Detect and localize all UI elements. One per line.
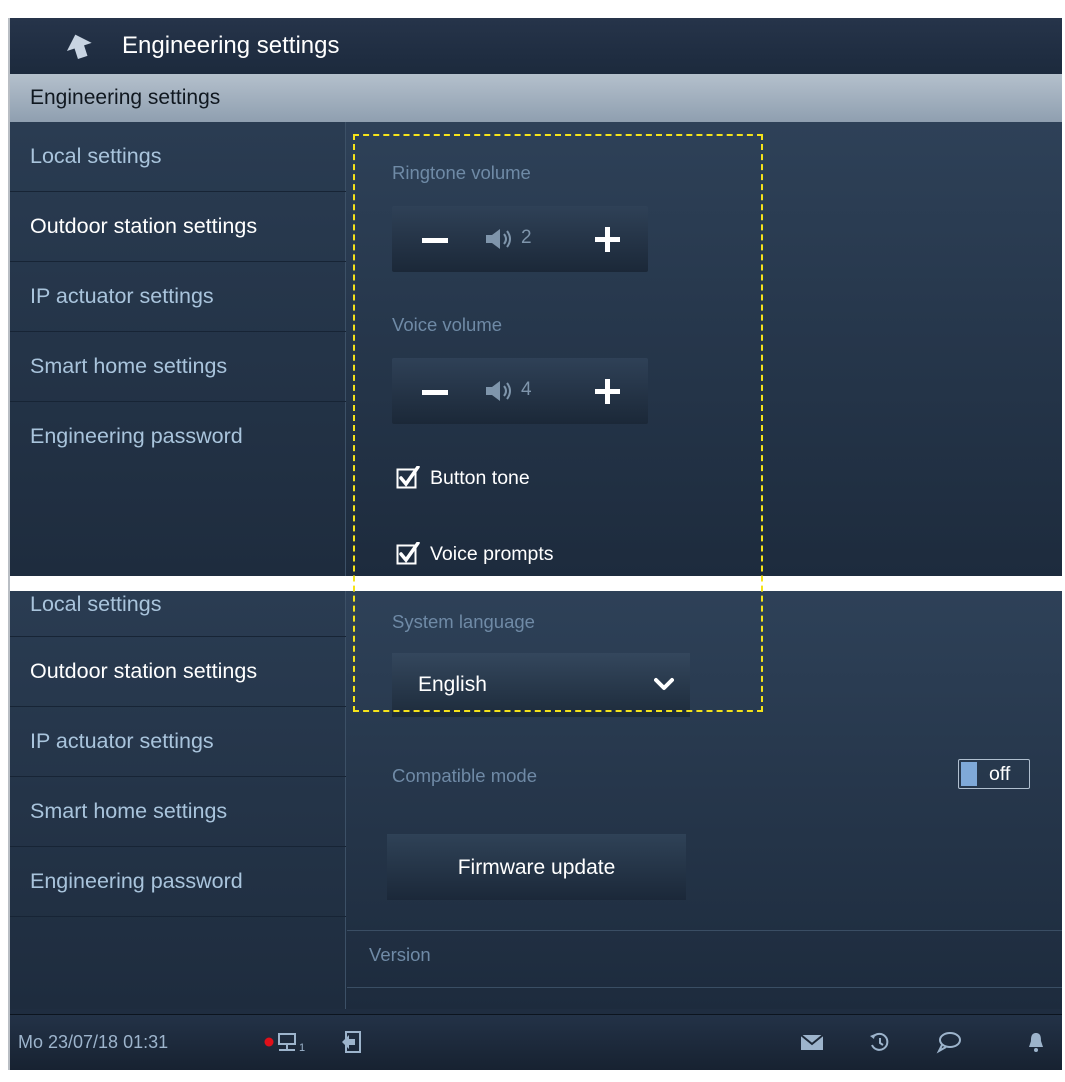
sidebar-item-label: Outdoor station settings: [30, 659, 258, 683]
ringtone-volume-control: 2: [392, 206, 648, 272]
sidebar-item-label: IP actuator settings: [30, 729, 214, 753]
firmware-update-button[interactable]: Firmware update: [387, 834, 686, 900]
sidebar-item-label: Engineering password: [30, 869, 243, 893]
section-header: Engineering settings: [10, 74, 1062, 122]
sidebar-item-label: Local settings: [30, 592, 162, 616]
checkbox-checked-icon: [396, 542, 420, 565]
sidebar-item-label: Engineering password: [30, 424, 243, 448]
sidebar: Local settings Outdoor station settings …: [10, 591, 346, 1009]
sidebar-item-engineering-password[interactable]: Engineering password: [10, 847, 346, 917]
datetime: Mo 23/07/18 01:31: [18, 1032, 169, 1052]
status-bar: Mo 23/07/18 01:31 1: [10, 1014, 1062, 1070]
sidebar-item-ip-actuator-settings[interactable]: IP actuator settings: [10, 707, 346, 777]
back-arrow-icon[interactable]: [64, 32, 94, 60]
speaker-icon: [486, 381, 511, 401]
checkbox-checked-icon: [396, 466, 420, 489]
sidebar-item-smart-home-settings[interactable]: Smart home settings: [10, 332, 346, 402]
ringtone-volume-increase-button[interactable]: [592, 224, 624, 256]
voice-volume-label: Voice volume: [392, 314, 503, 335]
header-bar: Engineering settings: [10, 18, 1062, 74]
sidebar-item-local-settings[interactable]: Local settings: [10, 122, 346, 192]
toggle-state-label: off: [989, 763, 1011, 785]
ringtone-volume-decrease-button[interactable]: [420, 224, 452, 256]
history-icon[interactable]: [868, 1029, 892, 1055]
settings-panel-top: Local settings Outdoor station settings …: [10, 122, 1062, 576]
voice-volume-increase-button[interactable]: [592, 376, 624, 408]
record-dot-icon: [264, 1037, 274, 1047]
sidebar-item-label: Local settings: [30, 144, 162, 168]
sidebar-item-label: Smart home settings: [30, 799, 228, 823]
chat-icon[interactable]: [936, 1029, 962, 1055]
compatible-mode-label: Compatible mode: [392, 765, 537, 786]
sidebar: Local settings Outdoor station settings …: [10, 122, 346, 576]
sidebar-item-local-settings[interactable]: Local settings: [10, 591, 346, 637]
chevron-down-icon: [654, 678, 674, 690]
sidebar-item-ip-actuator-settings[interactable]: IP actuator settings: [10, 262, 346, 332]
system-language-label: System language: [392, 611, 535, 632]
divider: [347, 987, 1062, 988]
speaker-icon: [486, 229, 511, 249]
version-label: Version: [369, 944, 431, 965]
sidebar-item-outdoor-station-settings[interactable]: Outdoor station settings: [10, 192, 346, 262]
sidebar-item-label: IP actuator settings: [30, 284, 214, 308]
divider: [347, 930, 1062, 931]
sidebar-item-engineering-password[interactable]: Engineering password: [10, 402, 346, 472]
system-language-dropdown[interactable]: English: [392, 653, 690, 717]
settings-panel-bottom: Local settings Outdoor station settings …: [10, 591, 1062, 1009]
section-title: Engineering settings: [30, 86, 221, 109]
toggle-knob: [961, 762, 977, 786]
app-frame: Engineering settings Engineering setting…: [8, 18, 1064, 1070]
page-title: Engineering settings: [122, 32, 340, 59]
voice-volume-decrease-button[interactable]: [420, 376, 452, 408]
bell-icon[interactable]: [1026, 1029, 1046, 1055]
firmware-update-label: Firmware update: [457, 856, 616, 879]
sidebar-item-outdoor-station-settings[interactable]: Outdoor station settings: [10, 637, 346, 707]
voice-prompts-label: Voice prompts: [430, 543, 554, 565]
network-icon: 1: [278, 1033, 305, 1054]
voice-volume-control: 4: [392, 358, 648, 424]
voice-volume-level: 4: [521, 379, 532, 400]
ringtone-volume-level: 2: [521, 227, 532, 248]
mail-icon[interactable]: [800, 1029, 824, 1055]
compatible-mode-toggle[interactable]: off: [958, 759, 1030, 789]
network-index: 1: [299, 1042, 305, 1054]
ringtone-volume-label: Ringtone volume: [392, 162, 531, 183]
system-language-value: English: [418, 673, 487, 696]
sidebar-item-label: Smart home settings: [30, 354, 228, 378]
sidebar-item-label: Outdoor station settings: [30, 214, 258, 238]
logout-icon[interactable]: [340, 1029, 362, 1055]
screenshot-divider: [10, 576, 1064, 591]
button-tone-label: Button tone: [430, 467, 530, 489]
sidebar-item-smart-home-settings[interactable]: Smart home settings: [10, 777, 346, 847]
